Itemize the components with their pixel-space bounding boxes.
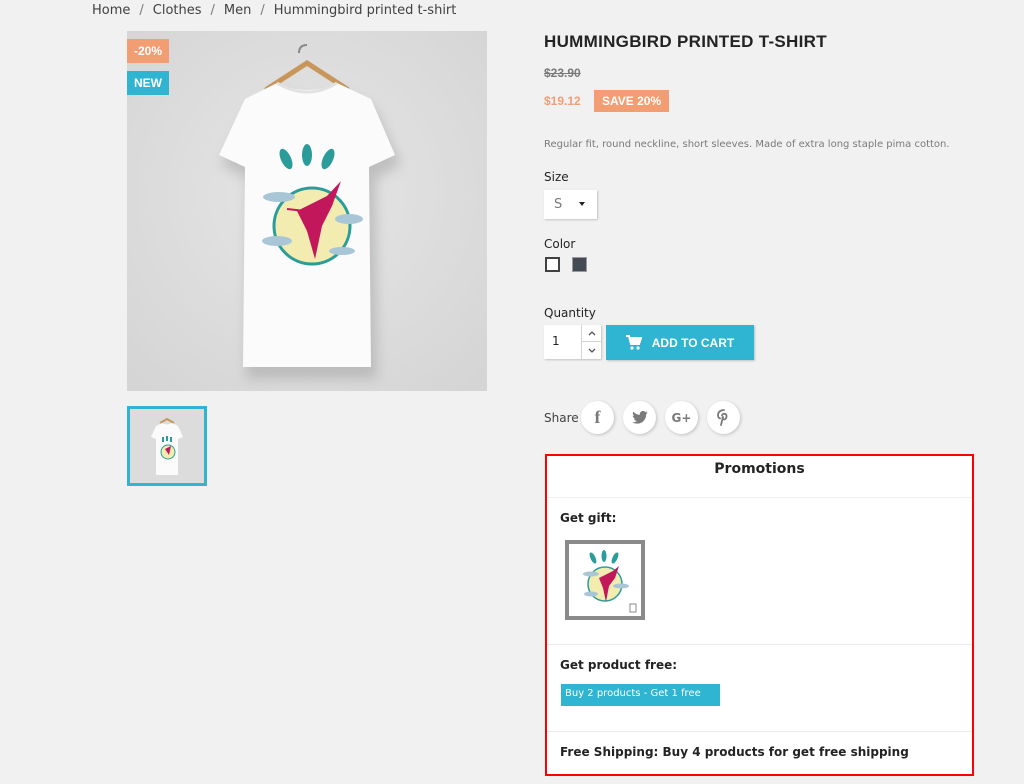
facebook-share-button[interactable]: f [581, 401, 614, 434]
product-title: HUMMINGBIRD PRINTED T-SHIRT [544, 32, 827, 51]
twitter-share-button[interactable] [623, 401, 656, 434]
regular-price: $23.90 [544, 66, 581, 80]
chevron-up-icon [588, 330, 595, 335]
chevron-down-icon [588, 348, 595, 353]
discount-flag: -20% [127, 39, 170, 63]
breadcrumb: Home / Clothes / Men / Hummingbird print… [92, 3, 456, 18]
discount-badge: SAVE 20% [594, 90, 670, 112]
breadcrumb-separator: / [210, 3, 215, 18]
gift-product-image[interactable] [565, 540, 645, 620]
new-flag: NEW [127, 71, 169, 95]
quantity-label: Quantity [544, 306, 596, 320]
breadcrumb-home[interactable]: Home [92, 3, 130, 18]
product-cover-image[interactable]: -20% NEW [127, 31, 487, 391]
breadcrumb-clothes[interactable]: Clothes [153, 3, 202, 18]
free-shipping-text: Free Shipping: Buy 4 products for get fr… [560, 745, 909, 759]
share-label: Share [544, 411, 579, 425]
quantity-stepper: 1 [544, 325, 601, 359]
promotions-panel: Promotions Get gift: Get product free: B… [545, 454, 974, 776]
tshirt-illustration [127, 31, 487, 391]
breadcrumb-men[interactable]: Men [224, 3, 251, 18]
add-to-cart-button[interactable]: ADD TO CART [606, 325, 754, 360]
promo-divider [547, 731, 972, 732]
breadcrumb-separator: / [139, 3, 144, 18]
color-swatch-white[interactable] [545, 257, 560, 272]
googleplus-share-button[interactable]: G+ [665, 401, 698, 434]
size-select[interactable]: S [544, 190, 597, 219]
product-thumbnail[interactable] [127, 406, 207, 486]
free-product-label: Get product free: [560, 658, 678, 672]
breadcrumb-current[interactable]: Hummingbird printed t-shirt [274, 3, 457, 18]
size-label: Size [544, 170, 569, 184]
add-to-cart-label: ADD TO CART [651, 335, 735, 350]
size-selected-value: S [554, 197, 563, 212]
google-plus-icon: G+ [671, 410, 692, 425]
tshirt-thumbnail-illustration [130, 409, 204, 483]
quantity-decrease-button[interactable] [581, 342, 601, 359]
promotions-title: Promotions [547, 456, 972, 498]
breadcrumb-separator: / [260, 3, 265, 18]
color-swatch-grey[interactable] [572, 257, 587, 272]
shopping-cart-icon [625, 335, 642, 350]
promo-divider [547, 644, 972, 645]
gift-label: Get gift: [560, 511, 617, 525]
color-label: Color [544, 237, 576, 251]
quantity-increase-button[interactable] [581, 325, 601, 342]
quantity-input[interactable]: 1 [552, 334, 560, 348]
current-price: $19.12 [544, 94, 581, 108]
gift-illustration [583, 550, 637, 613]
buy-2-get-1-free-link[interactable]: Buy 2 products - Get 1 free [561, 684, 720, 706]
pinterest-share-button[interactable] [707, 401, 740, 434]
facebook-icon: f [594, 407, 601, 427]
product-description: Regular fit, round neckline, short sleev… [544, 139, 950, 150]
twitter-icon [631, 411, 648, 424]
caret-down-icon [579, 202, 585, 206]
pinterest-icon [716, 409, 727, 426]
